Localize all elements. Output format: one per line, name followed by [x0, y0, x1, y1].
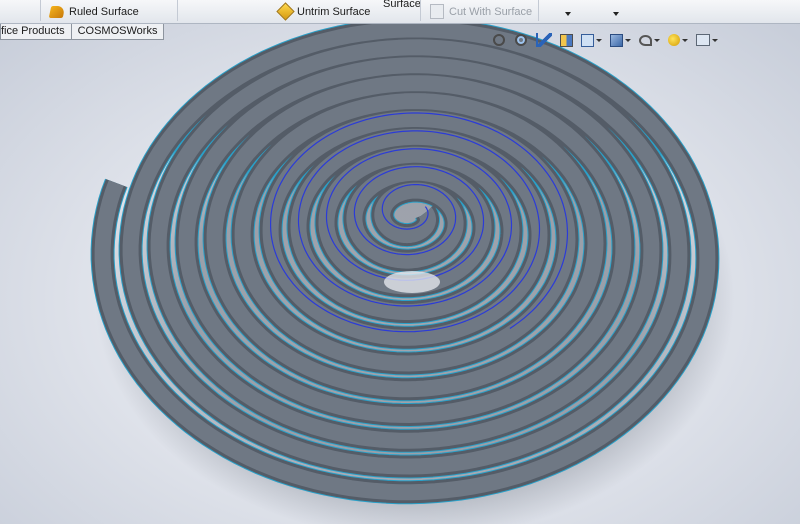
command-manager-tabs: fice Products COSMOSWorks: [0, 24, 165, 41]
hide-show-items-icon[interactable]: [639, 34, 652, 46]
zoom-to-fit-icon[interactable]: [493, 34, 505, 46]
untrim-surface-button[interactable]: Untrim Surface: [276, 2, 370, 21]
display-style-icon[interactable]: [610, 33, 623, 47]
view-orientation-icon[interactable]: [581, 33, 594, 47]
chevron-down-icon[interactable]: [682, 38, 688, 42]
surface-label-fragment: Surface: [383, 0, 421, 10]
chevron-down-icon[interactable]: [613, 12, 619, 16]
chevron-down-icon[interactable]: [712, 38, 718, 42]
view-settings-icon[interactable]: [696, 34, 710, 46]
tab-office-products[interactable]: fice Products: [0, 24, 72, 40]
chevron-down-icon[interactable]: [565, 12, 571, 16]
graphics-area[interactable]: [0, 24, 800, 524]
zoom-to-area-icon[interactable]: [515, 34, 527, 46]
untrim-surface-icon: [276, 2, 295, 21]
section-view-icon[interactable]: [560, 33, 573, 47]
command-manager-ribbon: Ruled Surface Untrim Surface Surface Cut…: [0, 0, 800, 24]
chevron-down-icon[interactable]: [625, 38, 631, 42]
spiral-coil-model[interactable]: [0, 24, 800, 524]
previous-view-icon[interactable]: [536, 33, 552, 47]
center-highlight: [384, 271, 440, 293]
cut-with-surface-button[interactable]: Cut With Surface: [430, 2, 532, 21]
chevron-down-icon[interactable]: [596, 38, 602, 42]
apply-scene-icon[interactable]: [668, 34, 680, 46]
tab-cosmosworks[interactable]: COSMOSWorks: [70, 24, 165, 40]
chevron-down-icon[interactable]: [654, 38, 660, 42]
heads-up-view-toolbar: [492, 31, 726, 49]
spiral-strip: [90, 24, 720, 505]
ruled-surface-icon: [48, 5, 66, 18]
ruled-surface-button[interactable]: Ruled Surface: [48, 2, 139, 21]
cut-with-surface-icon: [430, 4, 444, 19]
